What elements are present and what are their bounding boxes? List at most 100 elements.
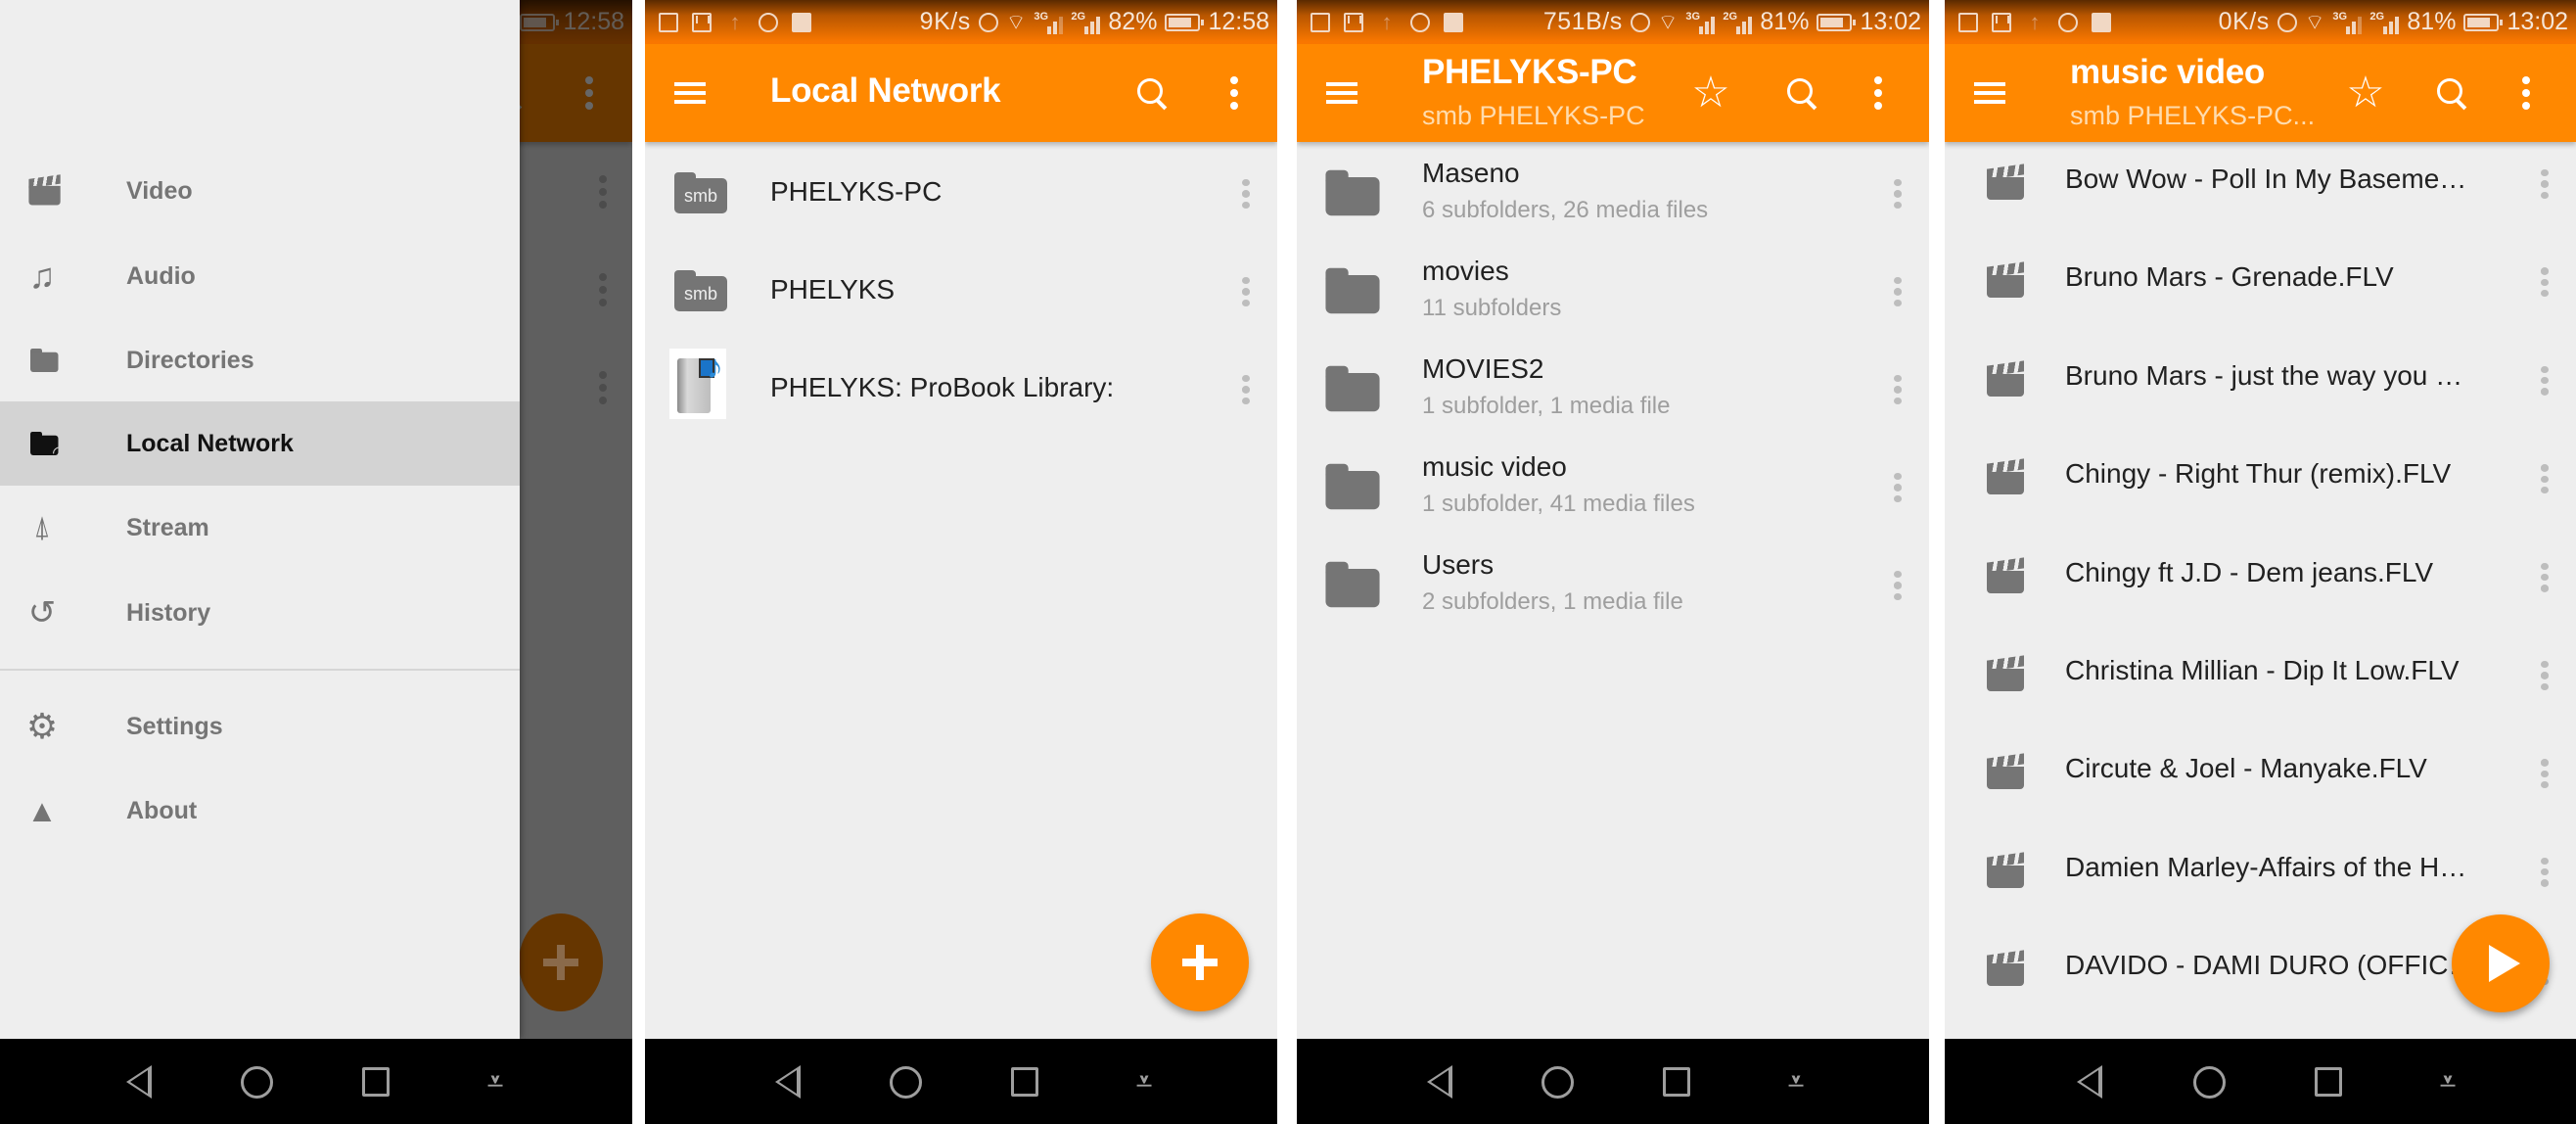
hamburger-icon: [1974, 82, 2005, 104]
clapperboard-icon: [26, 174, 61, 207]
folder-icon: [1325, 561, 1380, 608]
system-nav-bar: ⩡: [1945, 1039, 2576, 1124]
list-item[interactable]: Chingy - Right Thur (remix).FLV: [1945, 429, 2576, 527]
status-bar: ↑ 0K/s ⌔ 3G 2G 81% 13:02: [1945, 0, 2576, 44]
item-title: PHELYKS: ProBook Library:: [770, 372, 1115, 402]
nav-recents-button[interactable]: [1659, 1064, 1694, 1100]
nav-notification-button[interactable]: ⩡: [1778, 1064, 1814, 1100]
search-button[interactable]: [2428, 70, 2475, 117]
upload-icon: ↑: [2029, 9, 2041, 34]
menu-button[interactable]: [1318, 70, 1365, 117]
nav-home-button[interactable]: [2191, 1064, 2227, 1100]
nav-notification-button[interactable]: ⩡: [2430, 1064, 2465, 1100]
alarm-icon: [978, 12, 998, 32]
list-item[interactable]: MOVIES2 1 subfolder, 1 media file: [1297, 340, 1929, 438]
nav-home-button[interactable]: [888, 1064, 923, 1100]
item-more-button[interactable]: [1236, 277, 1256, 306]
menu-button[interactable]: [667, 70, 713, 117]
drawer-item-settings[interactable]: ⚙ Settings: [0, 684, 520, 769]
item-more-button[interactable]: [2535, 365, 2554, 396]
item-more-button[interactable]: [1888, 473, 1908, 502]
app-bar: music video smb PHELYKS-PC... ☆: [1945, 44, 2576, 142]
menu-button[interactable]: [1966, 70, 2013, 117]
list-item[interactable]: Damien Marley-Affairs of the Heart...: [1945, 822, 2576, 920]
plus-icon: [543, 945, 578, 980]
alarm-icon: [2277, 12, 2297, 32]
item-more-button[interactable]: [1888, 277, 1908, 306]
item-more-button[interactable]: [2535, 464, 2554, 494]
drawer-item-stream[interactable]: ⍋ Stream: [0, 486, 520, 570]
clapperboard-icon: [1978, 555, 2033, 598]
search-button[interactable]: [1778, 70, 1825, 117]
item-more-button[interactable]: [1888, 179, 1908, 209]
folder-icon: [1325, 463, 1380, 510]
list-item[interactable]: movies 11 subfolders: [1297, 242, 1929, 340]
antenna-icon: ⍋: [33, 511, 51, 543]
list-item[interactable]: smb PHELYKS-PC: [645, 144, 1277, 242]
drawer-item-local-network[interactable]: ◜ Local Network: [0, 401, 520, 486]
overflow-menu-button[interactable]: [2503, 70, 2550, 117]
favorite-button[interactable]: ☆: [2342, 70, 2389, 117]
drawer-item-video[interactable]: Video: [0, 149, 520, 233]
item-title: music video: [1422, 451, 1567, 482]
alarm-icon: [1630, 12, 1650, 32]
item-more-button[interactable]: [1236, 179, 1256, 209]
nav-back-button[interactable]: [770, 1064, 805, 1100]
list-item[interactable]: smb PHELYKS: [645, 242, 1277, 340]
smb-share-icon: smb: [673, 269, 728, 312]
item-more-button[interactable]: [2535, 857, 2554, 887]
play-all-button[interactable]: [2452, 914, 2550, 1012]
drawer-item-history[interactable]: ↺ History: [0, 571, 520, 655]
nav-home-button[interactable]: [1540, 1064, 1575, 1100]
favorite-button[interactable]: ☆: [1687, 70, 1734, 117]
search-button[interactable]: [1128, 70, 1175, 117]
clapperboard-icon: [1978, 751, 2033, 794]
nav-recents-button[interactable]: [358, 1064, 393, 1100]
screen-drawer-open: ↑ 108B/s ⌔ 3G 2G 82% 12:58 ← Local Netwo…: [0, 0, 632, 1124]
nav-back-button[interactable]: [1422, 1064, 1457, 1100]
nav-recents-button[interactable]: [2311, 1064, 2346, 1100]
drawer-item-audio[interactable]: ♫ Audio: [0, 234, 520, 318]
item-more-button[interactable]: [2535, 661, 2554, 690]
item-more-button[interactable]: [1888, 375, 1908, 404]
wifi-icon: ⌔: [1657, 9, 1679, 34]
list-item[interactable]: Bow Wow - Poll In My Basement.FL..: [1945, 134, 2576, 232]
shopping-bag-icon: [1444, 12, 1463, 32]
nav-back-button[interactable]: [2072, 1064, 2107, 1100]
list-item[interactable]: music video 1 subfolder, 41 media files: [1297, 438, 1929, 536]
signal-3g-icon: 3G: [1685, 11, 1716, 34]
overflow-menu-button[interactable]: [1855, 70, 1902, 117]
star-outline-icon: ☆: [1691, 69, 1730, 117]
item-more-button[interactable]: [2535, 759, 2554, 789]
drawer-item-about[interactable]: ▲ About: [0, 769, 520, 853]
item-title: PHELYKS: [770, 274, 896, 304]
nav-back-button[interactable]: [121, 1064, 157, 1100]
list-item[interactable]: Maseno 6 subfolders, 26 media files: [1297, 144, 1929, 242]
nav-recents-button[interactable]: [1007, 1064, 1042, 1100]
system-nav-bar: ⩡: [645, 1039, 1277, 1124]
item-more-button[interactable]: [2535, 562, 2554, 592]
list-item[interactable]: ♪ PHELYKS: ProBook Library:: [645, 340, 1277, 438]
list-item[interactable]: Circute & Joel - Manyake.FLV: [1945, 724, 2576, 821]
item-more-button[interactable]: [1236, 375, 1256, 404]
item-more-button[interactable]: [2535, 169, 2554, 199]
add-server-button[interactable]: [1151, 913, 1249, 1011]
item-more-button[interactable]: [1888, 571, 1908, 600]
clock: 13:02: [1860, 8, 1921, 35]
status-bar: ↑ 9K/s ⌔ 3G 2G 82% 12:58: [645, 0, 1277, 44]
list-item[interactable]: Users 2 subfolders, 1 media file: [1297, 536, 1929, 633]
home-icon: [889, 1065, 922, 1099]
nav-notification-button[interactable]: ⩡: [478, 1064, 513, 1100]
screen-local-network: ↑ 9K/s ⌔ 3G 2G 82% 12:58 Local Network s…: [645, 0, 1277, 1124]
item-more-button[interactable]: [2535, 267, 2554, 298]
drawer-item-directories[interactable]: Directories: [0, 318, 520, 402]
list-item[interactable]: Christina Millian - Dip It Low.FLV: [1945, 626, 2576, 724]
nav-home-button[interactable]: [239, 1064, 274, 1100]
play-icon: [2489, 945, 2520, 982]
list-item[interactable]: Chingy ft J.D - Dem jeans.FLV: [1945, 528, 2576, 626]
list-item[interactable]: Bruno Mars - Grenade.FLV: [1945, 232, 2576, 330]
nav-notification-button[interactable]: ⩡: [1127, 1064, 1162, 1100]
overflow-menu-button[interactable]: [1211, 70, 1258, 117]
list-item[interactable]: Bruno Mars - just the way you are.F..: [1945, 331, 2576, 429]
battery-icon: [2463, 13, 2504, 31]
